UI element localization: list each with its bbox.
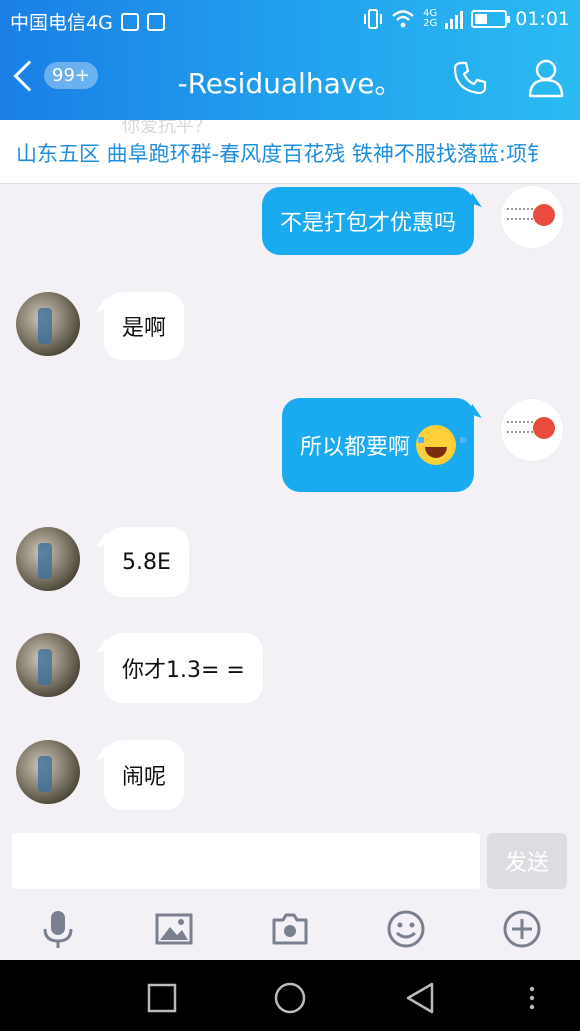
home-icon[interactable]: [272, 980, 308, 1016]
message-text: 不是打包才优惠吗: [279, 211, 456, 236]
avatar-text-mark: [507, 208, 533, 220]
smiley-icon: [387, 910, 425, 948]
emoji-button[interactable]: [386, 909, 426, 949]
avatar-text-mark: [507, 421, 533, 433]
network-type: 4G 2G: [423, 9, 437, 29]
header-background: 中国电信4G 4G 2G 01:01 99+ -Residualhave。: [0, 0, 580, 120]
phone-icon[interactable]: [452, 60, 488, 96]
faded-header-text: 你爱抗平？: [122, 120, 212, 137]
more-button[interactable]: [502, 909, 542, 949]
system-nav-bar: [0, 960, 580, 1031]
message-list[interactable]: 不是打包才优惠吗 是啊 所以都要啊 5.8E 你才1.3= = 闹呢: [0, 185, 580, 825]
message-input[interactable]: [12, 833, 480, 889]
avatar-cartoon: [533, 204, 555, 226]
camera-icon: [272, 913, 308, 945]
message-bubble-other[interactable]: 你才1.3= =: [104, 633, 263, 703]
status-bar: 中国电信4G 4G 2G 01:01: [0, 0, 580, 40]
recent-apps-icon[interactable]: [144, 980, 180, 1016]
clock: 01:01: [515, 8, 570, 30]
avatar-cartoon: [533, 417, 555, 439]
back-triangle-icon[interactable]: [402, 980, 438, 1016]
battery-icon: [471, 10, 511, 28]
avatar[interactable]: [16, 633, 80, 697]
microphone-icon: [43, 911, 73, 948]
message-bubble-other[interactable]: 闹呢: [104, 740, 185, 810]
message-text: 所以都要啊: [299, 435, 410, 460]
profile-icon[interactable]: [528, 58, 564, 98]
avatar[interactable]: [500, 398, 564, 462]
message-text: 闹呢: [122, 765, 167, 790]
message-bubble-self[interactable]: 不是打包才优惠吗: [261, 187, 474, 255]
vibrate-icon: [364, 9, 383, 29]
photo-button[interactable]: [154, 909, 194, 949]
composer: 发送: [0, 825, 580, 960]
wifi-icon: [392, 10, 414, 28]
message-bubble-self[interactable]: 所以都要啊: [281, 398, 474, 492]
message-text: 是啊: [122, 316, 167, 341]
signal-icon: [445, 11, 464, 29]
carrier-label: 中国电信4G: [10, 12, 113, 34]
avatar[interactable]: [16, 292, 80, 356]
laughing-crying-emoji-icon: [416, 425, 466, 465]
network-type-bottom: 2G: [423, 18, 438, 29]
message-bubble-other[interactable]: 是啊: [104, 292, 185, 360]
plus-circle-icon: [503, 910, 541, 948]
composer-toolbar: [0, 905, 580, 953]
message-bubble-other[interactable]: 5.8E: [104, 527, 189, 597]
image-icon: [155, 913, 193, 945]
chat-title: -Residualhave。: [177, 67, 403, 100]
avatar[interactable]: [500, 185, 564, 249]
avatar[interactable]: [16, 740, 80, 804]
send-button[interactable]: 发送: [487, 833, 567, 889]
message-text: 你才1.3= =: [122, 658, 245, 683]
image-notification-icon: [146, 12, 165, 31]
message-text: 5.8E: [122, 549, 171, 575]
baidu-paw-icon: [120, 12, 139, 31]
overflow-menu-icon[interactable]: [514, 980, 550, 1016]
camera-button[interactable]: [270, 909, 310, 949]
voice-button[interactable]: [38, 909, 78, 949]
avatar[interactable]: [16, 527, 80, 591]
group-info-text: 山东五区 曲阜跑环群-春风度百花残 铁神不服找落蓝:项钅: [16, 142, 549, 166]
group-info-bar[interactable]: 你爱抗平？ 山东五区 曲阜跑环群-春风度百花残 铁神不服找落蓝:项钅: [0, 120, 580, 184]
title-bar: 99+ -Residualhave。: [0, 44, 580, 116]
